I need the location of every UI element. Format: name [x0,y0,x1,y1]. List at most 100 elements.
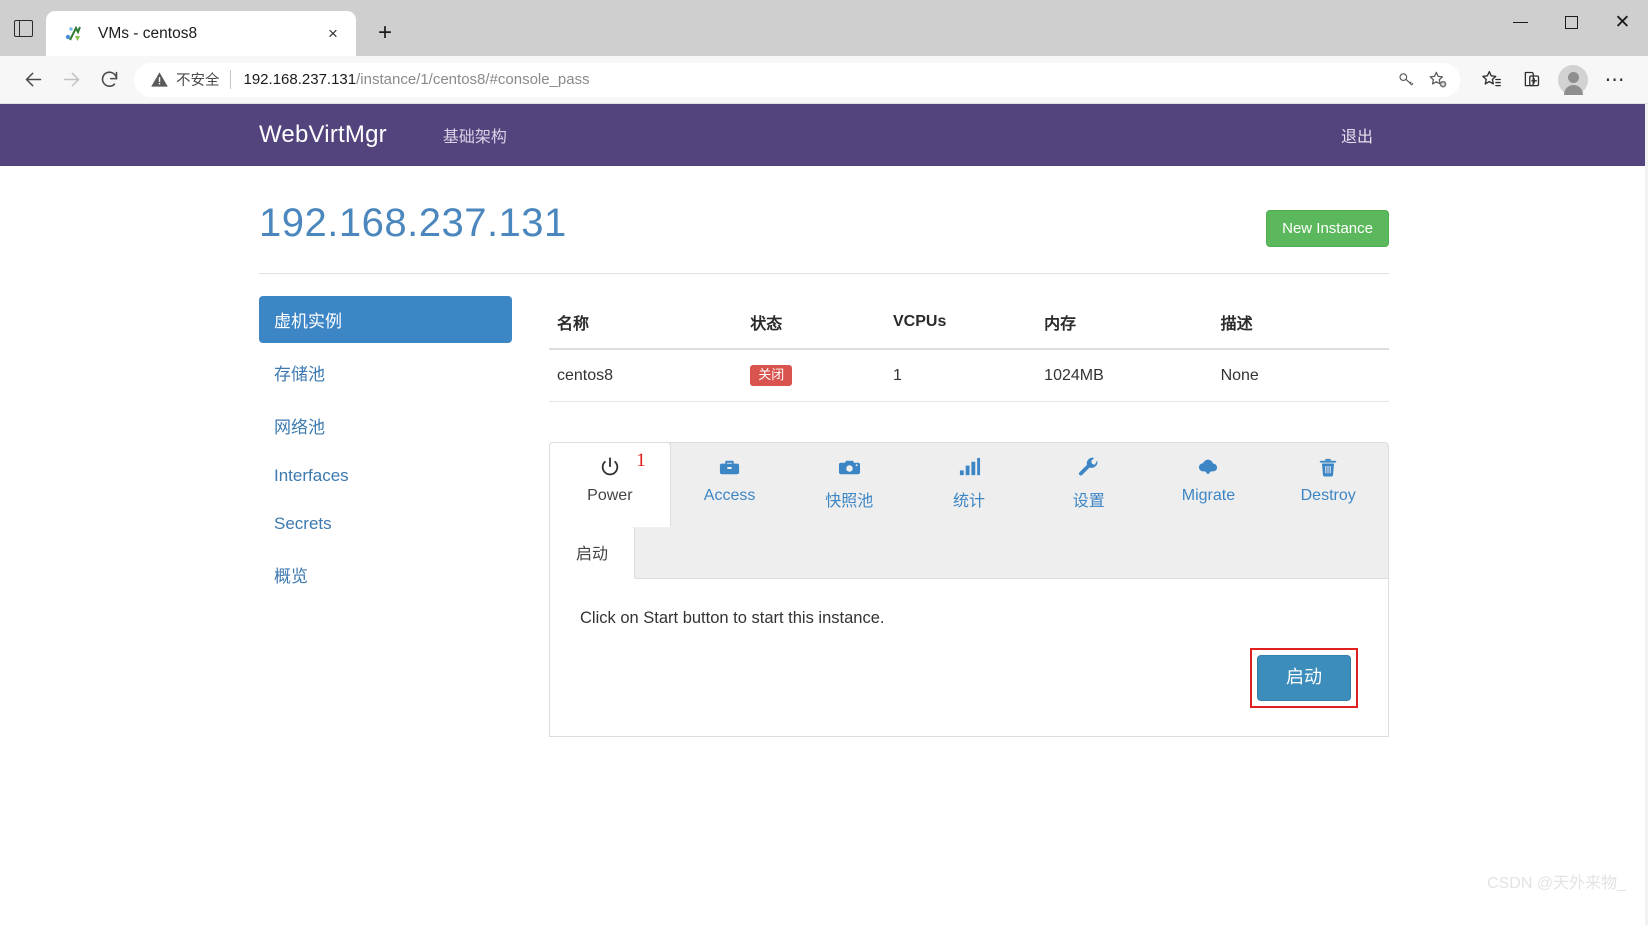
browser-tab[interactable]: VMs - centos8 × [46,11,356,56]
table-header-row: 名称 状态 VCPUs 内存 描述 [549,296,1389,349]
sub-tab-start[interactable]: 启动 [550,526,635,579]
browser-window: VMs - centos8 × + ✕ [0,0,1648,925]
panel-actions: 启动 [580,648,1358,708]
sidebar-item-overview[interactable]: 概览 [259,551,512,598]
avatar-body-icon [1564,85,1583,95]
tab-migrate[interactable]: Migrate [1149,443,1269,526]
tab-destroy[interactable]: Destroy [1268,443,1388,526]
cell-instance-state: 关闭 [742,349,885,402]
tab-power[interactable]: Power 1 [549,442,671,527]
tab-actions-icon [14,20,33,37]
tab-destroy-label: Destroy [1301,487,1356,504]
watermark: CSDN @天外来物_ [1487,869,1626,893]
instance-tab-bar: Power 1 [549,442,1389,526]
tab-snapshots[interactable]: 快照池 [789,443,909,526]
sidebar-item-instances[interactable]: 虚机实例 [259,296,512,343]
security-status-label: 不安全 [176,69,220,90]
favorites-button[interactable] [1472,61,1510,99]
webvirtmgr-favicon [64,24,84,44]
maximize-button[interactable] [1546,0,1597,45]
page-viewport: WebVirtMgr 基础架构 退出 192.168.237.131 New I… [0,104,1648,925]
main-content: 名称 状态 VCPUs 内存 描述 centos8 关闭 [512,296,1389,737]
cell-instance-memory: 1024MB [1036,349,1212,402]
camera-icon [795,456,903,482]
close-icon: ✕ [1615,13,1631,32]
tab-migrate-label: Migrate [1182,487,1235,504]
trash-icon [1274,456,1382,482]
maximize-icon [1565,16,1578,29]
power-panel-body: Click on Start button to start this inst… [550,579,1388,736]
omnibox-divider [230,70,231,89]
address-bar[interactable]: 不安全 192.168.237.131/instance/1/centos8/#… [134,63,1460,97]
app-brand[interactable]: WebVirtMgr [259,121,405,149]
column-header-memory: 内存 [1036,296,1212,349]
profile-avatar[interactable] [1558,65,1588,95]
sidebar: 虚机实例 存储池 网络池 Interfaces Secrets 概览 [259,296,512,737]
url-host: 192.168.237.131 [244,71,357,88]
tab-snapshots-label: 快照池 [825,493,873,510]
cell-instance-vcpus: 1 [885,349,1036,402]
column-header-name: 名称 [549,296,742,349]
instance-tabs-section: Power 1 [549,442,1389,737]
logout-link[interactable]: 退出 [1325,129,1389,146]
table-row[interactable]: centos8 关闭 1 1024MB None [549,349,1389,402]
minimize-button[interactable] [1495,0,1546,45]
column-header-vcpus: VCPUs [885,296,1036,349]
cell-instance-description: None [1213,349,1389,402]
back-button[interactable] [14,61,52,99]
address-bar-url: 192.168.237.131/instance/1/centos8/#cons… [244,71,590,88]
status-badge: 关闭 [750,365,792,386]
page-columns: 虚机实例 存储池 网络池 Interfaces Secrets 概览 名称 状态 [259,274,1389,737]
instances-table: 名称 状态 VCPUs 内存 描述 centos8 关闭 [549,296,1389,402]
tab-settings-label: 设置 [1073,493,1105,510]
tab-power-label: Power [587,487,632,504]
tab-settings[interactable]: 设置 [1029,443,1149,526]
browser-toolbar: 不安全 192.168.237.131/instance/1/centos8/#… [0,56,1648,104]
bar-chart-icon [915,456,1023,482]
navbar-item-infrastructure[interactable]: 基础架构 [427,123,523,147]
new-instance-button[interactable]: New Instance [1266,210,1389,247]
column-header-state: 状态 [742,296,885,349]
url-path: /instance/1/centos8/#console_pass [356,71,590,88]
start-button[interactable]: 启动 [1257,655,1351,701]
start-button-highlight: 启动 [1250,648,1358,708]
tab-statistics-label: 统计 [953,493,985,510]
tab-close-icon[interactable]: × [320,21,346,47]
sidebar-item-interfaces[interactable]: Interfaces [259,455,512,497]
sidebar-item-network-pools[interactable]: 网络池 [259,402,512,449]
page-container: 192.168.237.131 New Instance 虚机实例 存储池 网络… [259,166,1389,737]
tab-statistics[interactable]: 统计 [909,443,1029,526]
password-key-icon[interactable] [1390,64,1422,96]
navbar-right: 退出 [1325,123,1389,147]
column-header-description: 描述 [1213,296,1389,349]
window-controls: ✕ [1495,0,1648,45]
omnibox-actions [1390,64,1454,96]
panel-message: Click on Start button to start this inst… [580,609,1358,628]
minimize-icon [1513,22,1528,24]
sidebar-item-secrets[interactable]: Secrets [259,503,512,545]
power-icon [556,456,664,482]
add-favorite-icon[interactable] [1422,64,1454,96]
power-sub-tab-bar: 启动 [550,526,1388,579]
cell-instance-name[interactable]: centos8 [549,349,742,402]
new-tab-button[interactable]: + [366,14,404,52]
app-navbar: WebVirtMgr 基础架构 退出 [0,104,1648,166]
tab-title: VMs - centos8 [98,25,320,43]
close-window-button[interactable]: ✕ [1597,0,1648,45]
annotation-marker-1: 1 [636,450,646,472]
avatar-head-icon [1568,72,1579,83]
not-secure-warning-icon [150,70,169,89]
briefcase-icon [676,456,784,482]
power-panel: 启动 Click on Start button to start this i… [549,526,1389,737]
reload-button[interactable] [90,61,128,99]
page-header: 192.168.237.131 New Instance [259,202,1389,274]
tab-access-label: Access [704,487,756,504]
forward-button[interactable] [52,61,90,99]
collections-button[interactable] [1512,61,1550,99]
cloud-download-icon [1155,456,1263,482]
wrench-icon [1035,456,1143,482]
tab-access[interactable]: Access [670,443,790,526]
tab-actions-button[interactable] [0,0,46,56]
sidebar-item-storage-pools[interactable]: 存储池 [259,349,512,396]
settings-and-more-button[interactable]: ⋯ [1596,61,1634,99]
